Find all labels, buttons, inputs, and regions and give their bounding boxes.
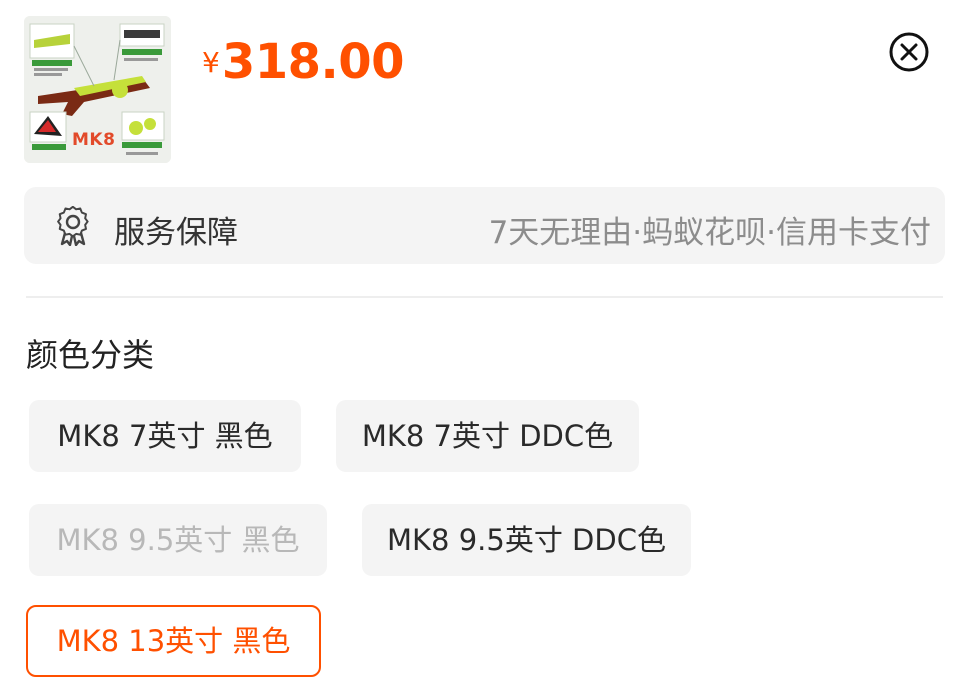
price: ¥318.00: [202, 34, 405, 90]
option-chip-9-5in-ddc[interactable]: MK8 9.5英寸 DDC色: [362, 504, 691, 576]
price-amount: 318.00: [221, 34, 405, 90]
close-icon: [889, 32, 929, 72]
product-thumbnail[interactable]: MK8: [24, 16, 171, 163]
badge-ribbon-icon: [54, 205, 92, 247]
option-chip-13in-black[interactable]: MK8 13英寸 黑色: [26, 605, 321, 677]
currency-symbol: ¥: [202, 46, 220, 79]
option-chip-7in-black[interactable]: MK8 7英寸 黑色: [29, 400, 301, 472]
divider: [26, 296, 943, 298]
section-title-color-category: 颜色分类: [26, 336, 155, 374]
service-guarantee-bar[interactable]: 服务保障 7天无理由·蚂蚁花呗·信用卡支付: [24, 187, 945, 264]
service-detail: 7天无理由·蚂蚁花呗·信用卡支付: [488, 215, 931, 251]
service-title: 服务保障: [114, 215, 238, 251]
option-chip-9-5in-black[interactable]: MK8 9.5英寸 黑色: [29, 504, 327, 576]
close-button[interactable]: [889, 32, 929, 72]
thumbnail-model-label: MK8: [72, 130, 116, 150]
option-chip-7in-ddc[interactable]: MK8 7英寸 DDC色: [336, 400, 639, 472]
